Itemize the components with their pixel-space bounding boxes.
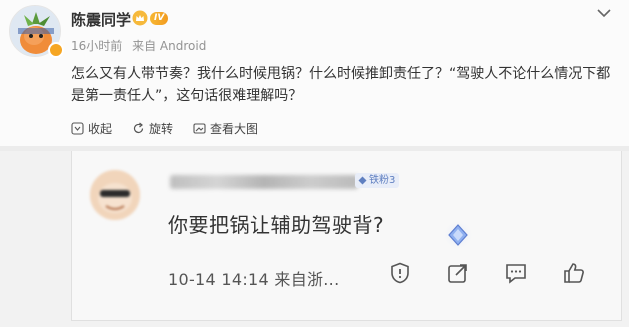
post-source: 来自 Android bbox=[132, 39, 207, 53]
view-large-label: 查看大图 bbox=[210, 122, 259, 136]
rotate-button[interactable]: 旋转 bbox=[132, 120, 173, 137]
post-username[interactable]: 陈震同学 bbox=[71, 9, 131, 30]
comment-meta: 10-14 14:14 来自浙... bbox=[168, 266, 339, 290]
rotate-icon bbox=[133, 122, 144, 134]
weibo-post: 陈震同学 IV 16小时前 来自 Android 怎么又有人带节奏？我什么时候甩… bbox=[0, 0, 629, 146]
fan-icon bbox=[358, 176, 367, 185]
report-icon[interactable] bbox=[388, 261, 412, 285]
collapse-label: 收起 bbox=[88, 122, 113, 136]
commenter-avatar[interactable] bbox=[90, 170, 140, 220]
post-time: 16小时前 bbox=[71, 39, 123, 53]
fan-badge: 铁粉3 bbox=[355, 173, 400, 188]
commenter-name-blurred[interactable] bbox=[170, 175, 358, 189]
rotate-label: 旋转 bbox=[149, 122, 174, 136]
image-icon bbox=[193, 123, 206, 134]
collapse-button[interactable]: 收起 bbox=[71, 120, 112, 137]
comment-time: 10-14 14:14 bbox=[168, 270, 269, 289]
diamond-icon bbox=[442, 219, 474, 251]
chevron-down-icon[interactable] bbox=[597, 8, 611, 18]
level-badge: IV bbox=[150, 12, 169, 25]
comment-actions bbox=[388, 261, 586, 285]
comment-source: 来自浙... bbox=[274, 270, 340, 289]
post-meta: 16小时前 来自 Android bbox=[71, 37, 206, 54]
verified-badge bbox=[48, 42, 64, 58]
like-icon[interactable] bbox=[562, 261, 586, 285]
comment-text: 你要把锅让辅助驾驶背? bbox=[168, 213, 385, 237]
post-actions: 收起 旋转 查看大图 bbox=[71, 120, 278, 137]
comment-card: 铁粉3 你要把锅让辅助驾驶背? 10-14 14:14 来自浙... bbox=[71, 151, 622, 321]
view-large-button[interactable]: 查看大图 bbox=[193, 120, 258, 137]
comment-icon[interactable] bbox=[504, 261, 528, 285]
post-text: 怎么又有人带节奏？我什么时候甩锅？什么时候推卸责任了？“驾驶人不论什么情况下都是… bbox=[71, 66, 611, 104]
crown-icon bbox=[132, 10, 148, 26]
collapse-icon bbox=[71, 122, 84, 135]
share-icon[interactable] bbox=[446, 261, 470, 285]
fan-badge-label: 铁粉3 bbox=[369, 175, 396, 186]
